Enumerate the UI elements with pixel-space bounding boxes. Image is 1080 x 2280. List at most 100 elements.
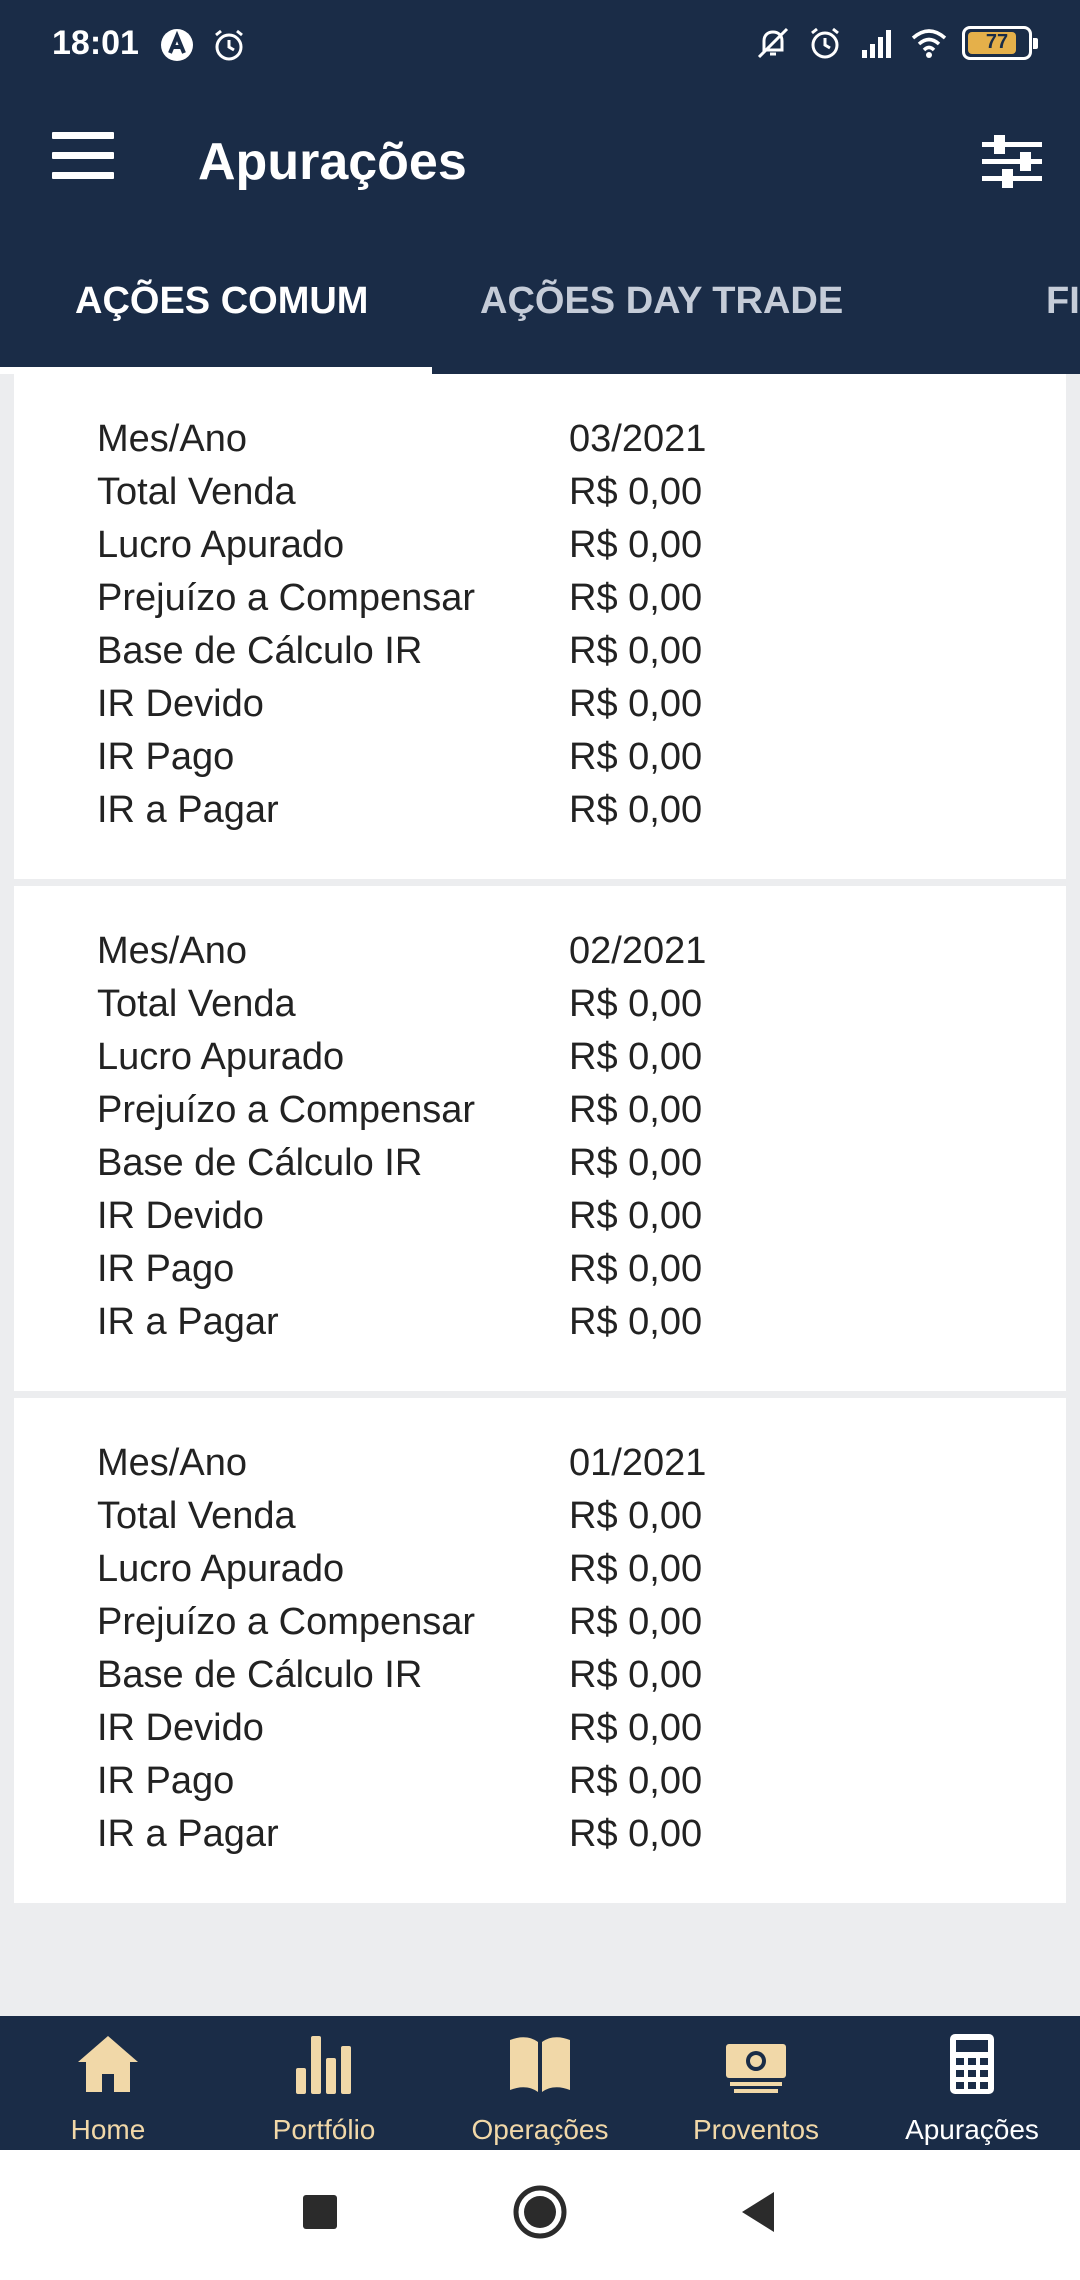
value-month-year: 03/2021 [569, 418, 707, 460]
value-tax-payable: R$ 0,00 [569, 1301, 703, 1343]
label-total-sales: Total Venda [97, 471, 296, 513]
value-tax-paid: R$ 0,00 [569, 736, 703, 778]
nav-label-operacoes: Operações [471, 2114, 609, 2145]
tab-fi[interactable]: FI [1046, 280, 1080, 323]
row-profit: Lucro Apurado R$ 0,00 [14, 1036, 1066, 1089]
row-tax-paid: IR Pago R$ 0,00 [14, 736, 1066, 789]
value-total-sales: R$ 0,00 [569, 471, 703, 513]
value-tax-due: R$ 0,00 [569, 683, 703, 725]
tab-acoes-comum[interactable]: AÇÕES COMUM [75, 280, 368, 323]
value-tax-payable: R$ 0,00 [569, 789, 703, 831]
label-month-year: Mes/Ano [97, 418, 247, 460]
wifi-icon [911, 29, 947, 58]
bottom-nav: Home Portfólio Operações Proventos Apura… [0, 2016, 1080, 2150]
tab-bar: AÇÕES COMUM AÇÕES DAY TRADE FI [0, 240, 1080, 374]
row-tax-base: Base de Cálculo IR R$ 0,00 [14, 1654, 1066, 1707]
label-loss-to-offset: Prejuízo a Compensar [97, 1601, 476, 1643]
row-profit: Lucro Apurado R$ 0,00 [14, 1548, 1066, 1601]
row-tax-due: IR Devido R$ 0,00 [14, 683, 1066, 736]
label-total-sales: Total Venda [97, 983, 296, 1025]
tab-acoes-day-trade[interactable]: AÇÕES DAY TRADE [480, 280, 843, 323]
row-tax-base: Base de Cálculo IR R$ 0,00 [14, 1142, 1066, 1195]
row-month-year: Mes/Ano 01/2021 [14, 1442, 1066, 1495]
label-tax-base: Base de Cálculo IR [97, 1654, 423, 1696]
row-loss-to-offset: Prejuízo a Compensar R$ 0,00 [14, 577, 1066, 630]
row-tax-payable: IR a Pagar R$ 0,00 [14, 1301, 1066, 1354]
row-total-sales: Total Venda R$ 0,00 [14, 1495, 1066, 1548]
row-tax-payable: IR a Pagar R$ 0,00 [14, 789, 1066, 842]
book-icon [510, 2037, 570, 2092]
label-tax-payable: IR a Pagar [97, 789, 279, 831]
nav-item-proventos[interactable]: Proventos [648, 2016, 864, 2150]
value-month-year: 02/2021 [569, 930, 707, 972]
value-profit: R$ 0,00 [569, 524, 703, 566]
value-total-sales: R$ 0,00 [569, 983, 703, 1025]
calculator-icon [950, 2034, 994, 2094]
apuracao-card: Mes/Ano 03/2021 Total Venda R$ 0,00 Lucro … [14, 374, 1066, 879]
bar-chart-icon [296, 2036, 351, 2094]
back-icon[interactable] [728, 2180, 792, 2244]
value-month-year: 01/2021 [569, 1442, 707, 1484]
label-month-year: Mes/Ano [97, 1442, 247, 1484]
value-profit: R$ 0,00 [569, 1548, 703, 1590]
battery-level: 77 [985, 31, 1009, 53]
apuracao-card: Mes/Ano 01/2021 Total Venda R$ 0,00 Lucro … [14, 1398, 1066, 1903]
row-tax-base: Base de Cálculo IR R$ 0,00 [14, 630, 1066, 683]
value-tax-due: R$ 0,00 [569, 1195, 703, 1237]
signal-icon [862, 30, 891, 58]
apuracoes-list: Mes/Ano 03/2021 Total Venda R$ 0,00 Lucro … [14, 374, 1066, 1910]
value-tax-payable: R$ 0,00 [569, 1813, 703, 1855]
label-tax-paid: IR Pago [97, 736, 235, 778]
value-loss-to-offset: R$ 0,00 [569, 1601, 703, 1643]
value-loss-to-offset: R$ 0,00 [569, 577, 703, 619]
row-month-year: Mes/Ano 03/2021 [14, 418, 1066, 471]
nav-item-home[interactable]: Home [0, 2016, 216, 2150]
label-loss-to-offset: Prejuízo a Compensar [97, 577, 476, 619]
nav-item-apuracoes[interactable]: Apurações [864, 2016, 1080, 2150]
system-nav-bar [0, 2150, 1080, 2280]
label-month-year: Mes/Ano [97, 930, 247, 972]
recents-icon[interactable] [288, 2180, 352, 2244]
label-tax-payable: IR a Pagar [97, 1813, 279, 1855]
label-profit: Lucro Apurado [97, 1548, 345, 1590]
apuracao-card: Mes/Ano 02/2021 Total Venda R$ 0,00 Lucro … [14, 886, 1066, 1391]
sliders-icon[interactable] [980, 132, 1044, 192]
label-profit: Lucro Apurado [97, 1036, 345, 1078]
row-tax-paid: IR Pago R$ 0,00 [14, 1760, 1066, 1813]
app-notification-icon [161, 29, 193, 61]
tab-indicator [0, 367, 432, 374]
battery-icon: 77 [962, 26, 1038, 60]
status-bar: 18:01 77 [0, 0, 1080, 90]
status-time: 18:01 [52, 24, 139, 62]
nav-label-proventos: Proventos [692, 2114, 820, 2145]
value-profit: R$ 0,00 [569, 1036, 703, 1078]
nav-label-portfolio: Portfólio [272, 2114, 376, 2145]
row-total-sales: Total Venda R$ 0,00 [14, 983, 1066, 1036]
value-tax-base: R$ 0,00 [569, 630, 703, 672]
nav-item-operacoes[interactable]: Operações [432, 2016, 648, 2150]
row-month-year: Mes/Ano 02/2021 [14, 930, 1066, 983]
value-tax-base: R$ 0,00 [569, 1654, 703, 1696]
row-tax-paid: IR Pago R$ 0,00 [14, 1248, 1066, 1301]
label-tax-due: IR Devido [97, 1707, 264, 1749]
label-tax-due: IR Devido [97, 683, 264, 725]
nav-label-apuracoes: Apurações [905, 2114, 1039, 2145]
label-profit: Lucro Apurado [97, 524, 345, 566]
home-icon [78, 2036, 138, 2092]
label-tax-payable: IR a Pagar [97, 1301, 279, 1343]
value-tax-due: R$ 0,00 [569, 1707, 703, 1749]
home-circle-icon[interactable] [508, 2180, 572, 2244]
label-loss-to-offset: Prejuízo a Compensar [97, 1089, 476, 1131]
nav-item-portfolio[interactable]: Portfólio [216, 2016, 432, 2150]
value-tax-paid: R$ 0,00 [569, 1760, 703, 1802]
row-tax-due: IR Devido R$ 0,00 [14, 1195, 1066, 1248]
label-tax-base: Base de Cálculo IR [97, 1142, 423, 1184]
page-title: Apurações [198, 133, 467, 191]
app-bar: Apurações [0, 90, 1080, 240]
label-total-sales: Total Venda [97, 1495, 296, 1537]
label-tax-paid: IR Pago [97, 1760, 235, 1802]
label-tax-base: Base de Cálculo IR [97, 630, 423, 672]
hamburger-menu-icon[interactable] [52, 132, 114, 186]
row-profit: Lucro Apurado R$ 0,00 [14, 524, 1066, 577]
value-tax-base: R$ 0,00 [569, 1142, 703, 1184]
